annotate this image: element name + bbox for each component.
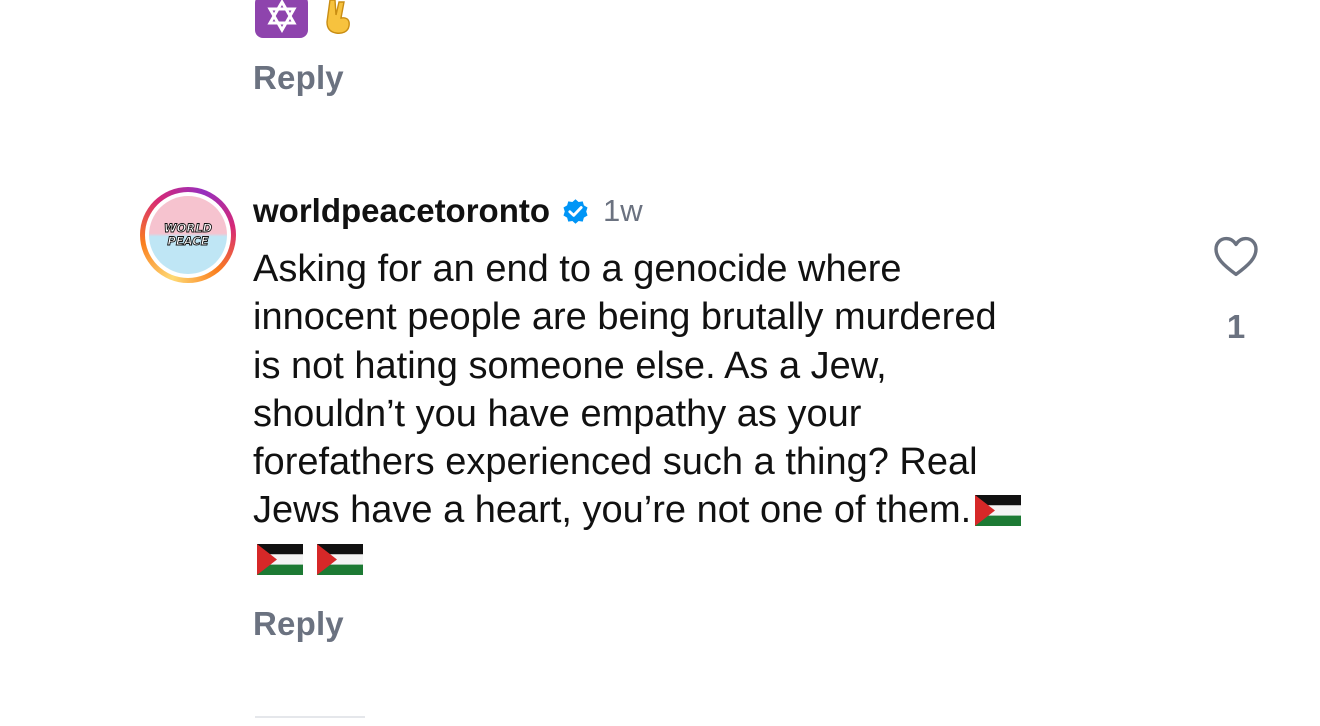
timestamp: 1w — [603, 193, 643, 228]
comment-line: Asking for an end to a genocide where — [253, 248, 902, 290]
reply-button-previous[interactable]: Reply — [253, 59, 344, 97]
comment-line: innocent people are being brutally murde… — [253, 296, 997, 339]
like-button[interactable] — [1210, 232, 1262, 280]
svg-text:PEACE: PEACE — [167, 234, 208, 248]
like-count: 1 — [1226, 308, 1246, 345]
palestine-flag-icon — [257, 543, 303, 575]
avatar[interactable]: WORLD PEACE — [140, 187, 236, 283]
comment-line-with-flag: Jews have a heart, you’re not one of the… — [253, 486, 1173, 534]
comment-header: worldpeacetoronto 1w — [253, 190, 643, 232]
comment-line: forefathers experienced such a thing? Re… — [253, 441, 978, 484]
svg-text:WORLD: WORLD — [164, 221, 213, 235]
star-of-david-icon — [255, 0, 308, 38]
comment-line-flags — [253, 535, 1173, 583]
palestine-flag-icon — [317, 543, 363, 575]
heart-icon — [1214, 236, 1258, 277]
verified-badge-icon — [560, 196, 591, 227]
username[interactable]: worldpeacetoronto — [253, 192, 550, 230]
comment-line: Jews have a heart, you’re not one of the… — [253, 489, 972, 532]
next-comment-hint — [255, 716, 365, 726]
previous-comment-emojis — [255, 0, 358, 38]
avatar-inner: WORLD PEACE — [145, 192, 231, 278]
avatar-image: WORLD PEACE — [149, 196, 227, 274]
comment-line: shouldn’t you have empathy as your — [253, 392, 862, 435]
reply-button[interactable]: Reply — [253, 605, 344, 643]
comment-line: is not hating someone else. As a Jew, — [253, 344, 887, 387]
palestine-flag-icon — [975, 495, 1022, 527]
comment-text: Asking for an end to a genocide where in… — [253, 245, 1173, 583]
victory-hand-icon — [318, 0, 358, 36]
